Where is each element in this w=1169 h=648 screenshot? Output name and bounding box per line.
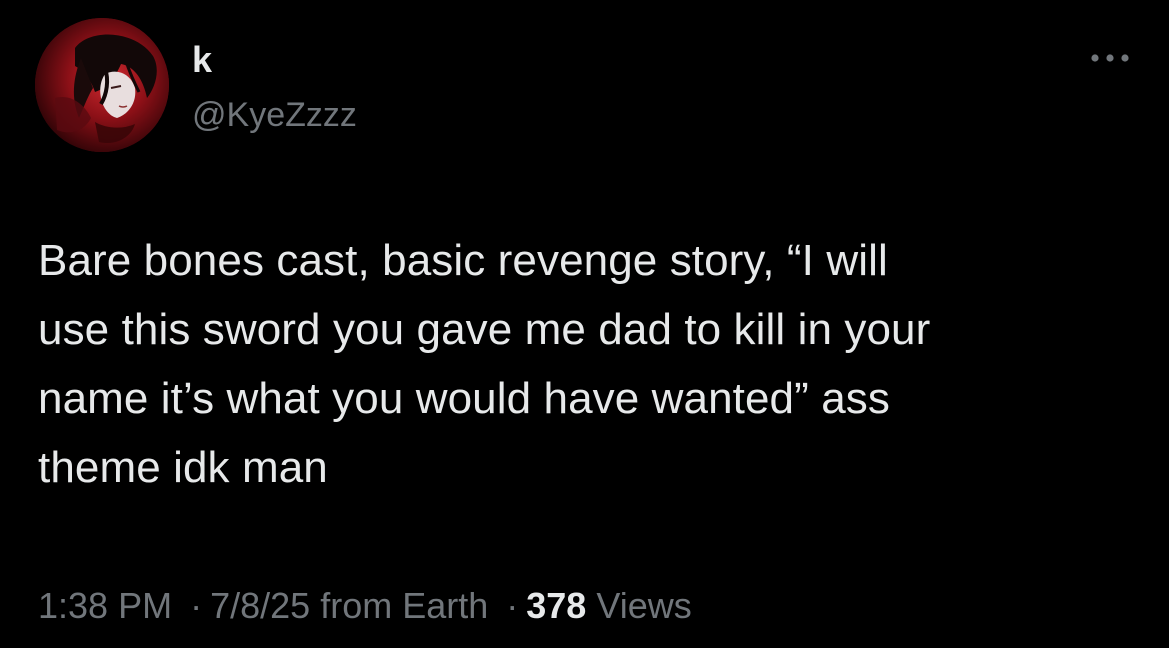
- tweet-source: from Earth: [320, 585, 489, 626]
- author-handle[interactable]: @KyeZzzz: [192, 93, 357, 137]
- avatar-image: [35, 18, 169, 152]
- tweet-text: Bare bones cast, basic revenge story, “I…: [38, 236, 931, 492]
- author-display-name[interactable]: k: [192, 38, 212, 82]
- tweet-time[interactable]: 1:38 PM: [38, 585, 172, 626]
- views-label: Views: [596, 585, 692, 626]
- more-horizontal-icon: [1091, 54, 1129, 62]
- separator: ·: [190, 585, 203, 626]
- avatar[interactable]: [35, 18, 169, 152]
- views-count[interactable]: 378: [526, 585, 586, 626]
- tweet-date[interactable]: 7/8/25: [210, 585, 310, 626]
- separator: ·: [506, 585, 519, 626]
- tweet-metadata: 1:38 PM · 7/8/25 from Earth · 378 Views: [38, 584, 692, 628]
- tweet: k @KyeZzzz Bare bones cast, basic reveng…: [0, 0, 1169, 648]
- more-options-button[interactable]: [1084, 43, 1136, 73]
